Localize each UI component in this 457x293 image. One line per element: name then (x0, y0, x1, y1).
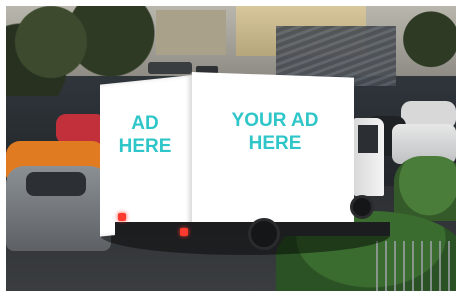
railing (376, 241, 456, 291)
left-ad-line1: AD (131, 113, 159, 134)
cab-window (358, 125, 378, 153)
red-car (56, 114, 106, 144)
image-frame: AD HERE YOUR AD HERE (0, 0, 457, 293)
left-ad-line2: HERE (118, 135, 172, 157)
hedge (394, 156, 456, 221)
background-building (156, 10, 226, 55)
right-ad-line1: YOUR AD (231, 110, 319, 131)
right-ad-line2: HERE (248, 132, 302, 154)
car-window (26, 172, 86, 196)
tail-light (118, 213, 126, 221)
roof-equipment (148, 62, 192, 74)
truck-wheel (248, 218, 280, 250)
tail-light (180, 228, 188, 236)
truck-wheel (350, 195, 374, 219)
right-ad-text: YOUR AD HERE (200, 110, 350, 156)
palm-tree (401, 6, 456, 101)
left-ad-text: AD HERE (102, 113, 188, 159)
